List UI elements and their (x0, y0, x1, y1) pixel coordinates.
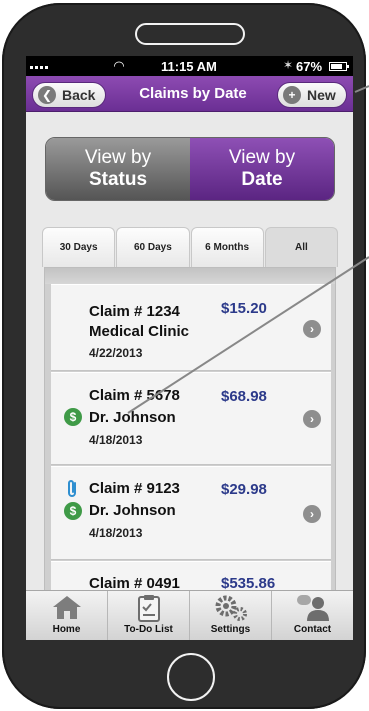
claim-date: 4/18/2013 (89, 526, 143, 540)
plus-icon: + (283, 86, 301, 104)
claim-amount: $15.20 (221, 300, 267, 317)
tab-todo-list[interactable]: To-Do List (108, 591, 190, 640)
claim-number: Claim # 5678 (89, 387, 180, 404)
claim-amount: $68.98 (221, 388, 267, 405)
app-screen: ◠ 11:15 AM ✶ 67% ❮ Back Claims by Date +… (26, 56, 353, 640)
claim-row[interactable]: Claim # 5678 $ Dr. Johnson 4/18/2013 $68… (51, 372, 331, 465)
tab-settings[interactable]: Settings (190, 591, 272, 640)
paperclip-icon (67, 479, 79, 504)
status-bar: ◠ 11:15 AM ✶ 67% (26, 56, 353, 76)
date-range-tabs: 30 Days 60 Days 6 Months All (42, 227, 338, 267)
bottom-tab-bar: Home To-Do List Settings Contact (26, 590, 353, 640)
view-toggle: View by Status View by Date (45, 137, 335, 201)
claim-amount: $29.98 (221, 481, 267, 498)
tab-6-months[interactable]: 6 Months (190, 227, 264, 267)
phone-frame: ◠ 11:15 AM ✶ 67% ❮ Back Claims by Date +… (2, 3, 366, 709)
claim-date: 4/22/2013 (89, 346, 143, 360)
view-by-status-line2: Status (88, 169, 148, 190)
tab-all[interactable]: All (264, 227, 338, 267)
home-icon (51, 594, 83, 625)
claims-list: Claim # 1234 Medical Clinic 4/22/2013 $1… (44, 267, 336, 640)
gears-icon (214, 594, 248, 627)
tab-30-days[interactable]: 30 Days (42, 227, 116, 267)
battery-icon (329, 62, 349, 71)
new-claim-button[interactable]: + New (277, 82, 347, 108)
new-button-label: New (307, 87, 336, 103)
tab-settings-label: Settings (210, 624, 251, 635)
list-header (45, 268, 335, 284)
claim-provider: Medical Clinic (89, 323, 190, 340)
signal-icon (30, 66, 50, 69)
tab-home[interactable]: Home (26, 591, 108, 640)
tab-home-label: Home (52, 624, 81, 635)
chevron-right-icon[interactable]: › (303, 320, 321, 338)
chevron-right-icon[interactable]: › (303, 505, 321, 523)
view-by-status-line1: View by (84, 147, 152, 168)
dollar-icon: $ (64, 502, 82, 520)
claim-number: Claim # 9123 (89, 480, 180, 497)
tab-contact-label: Contact (293, 624, 332, 635)
tab-todo-label: To-Do List (124, 624, 173, 635)
contact-icon (295, 594, 331, 627)
back-arrow-icon: ❮ (38, 86, 56, 104)
claim-provider: Dr. Johnson (89, 502, 176, 519)
home-button[interactable] (167, 653, 215, 701)
page-title: Claims by Date (139, 85, 247, 102)
back-button-label: Back (62, 87, 96, 103)
claim-provider: Dr. Johnson (89, 409, 176, 426)
tab-60-days[interactable]: 60 Days (116, 227, 190, 267)
status-time: 11:15 AM (161, 59, 217, 74)
tab-contact[interactable]: Contact (272, 591, 353, 640)
claim-date: 4/18/2013 (89, 433, 143, 447)
todo-list-icon (136, 594, 162, 627)
back-button[interactable]: ❮ Back (32, 82, 106, 108)
view-by-date-line1: View by (228, 147, 296, 168)
wifi-icon: ◠ (114, 58, 124, 73)
view-by-date-button[interactable]: View by Date (190, 138, 334, 200)
view-by-date-line2: Date (241, 169, 283, 190)
claim-row[interactable]: Claim # 1234 Medical Clinic 4/22/2013 $1… (51, 284, 331, 371)
view-by-status-button[interactable]: View by Status (46, 138, 190, 200)
dollar-icon: $ (64, 408, 82, 426)
claim-row[interactable]: Claim # 9123 $ Dr. Johnson 4/18/2013 $29… (51, 466, 331, 560)
navigation-bar: ❮ Back Claims by Date + New (26, 76, 353, 112)
battery-percent: 67% (296, 59, 323, 74)
claim-number: Claim # 1234 (89, 303, 180, 320)
chevron-right-icon[interactable]: › (303, 410, 321, 428)
phone-speaker (135, 23, 245, 45)
bluetooth-icon: ✶ (283, 58, 294, 72)
